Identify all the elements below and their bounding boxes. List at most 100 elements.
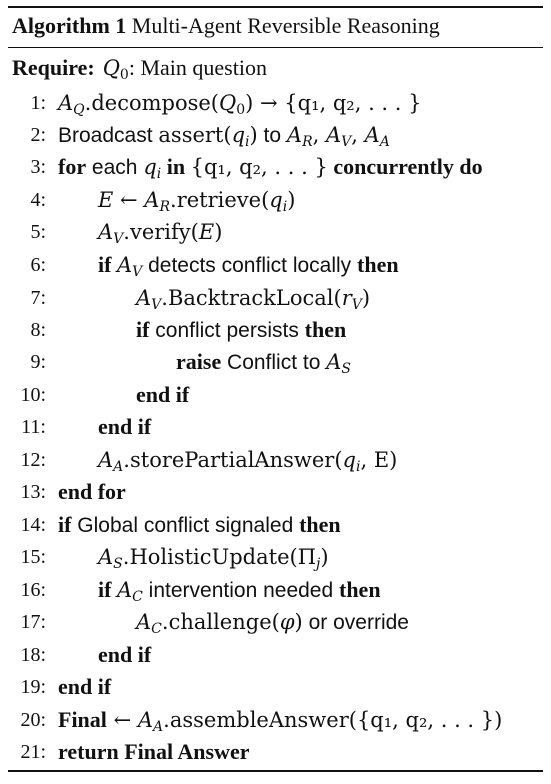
- line-code: Broadcast assert(qi) to AR, AV, AA: [58, 119, 390, 152]
- algorithm-caption: Algorithm 1 Multi-Agent Reversible Reaso…: [12, 10, 440, 42]
- line-number: 15:: [20, 546, 46, 568]
- line-code: if conflict persists then: [136, 314, 346, 347]
- var-q: q: [231, 123, 246, 147]
- var-q: q: [269, 188, 283, 212]
- agent-sub: S: [113, 556, 123, 573]
- line-number: 11:: [21, 416, 46, 438]
- var-q: q: [342, 448, 356, 472]
- require-line: Require: Q0: Main question: [12, 51, 267, 85]
- var-q: Q: [219, 91, 237, 115]
- expression-rest: , E): [360, 448, 398, 472]
- line-number: 19:: [20, 676, 46, 698]
- fn-name: assert(: [158, 123, 232, 147]
- keyword: if: [58, 512, 72, 537]
- agent-symbol: A: [286, 123, 303, 147]
- algo-line: 20: Final ← AA.assembleAnswer({q₁, q₂, . …: [8, 704, 543, 736]
- paren: ): [214, 220, 223, 244]
- algo-line: 21: return Final Answer: [8, 736, 543, 768]
- text: each: [86, 156, 144, 179]
- agent-symbol: A: [137, 708, 154, 732]
- line-code: end for: [58, 479, 126, 504]
- caption-label: Algorithm 1: [12, 13, 127, 38]
- keyword: Final: [58, 707, 107, 732]
- var-r-sub: V: [351, 297, 362, 314]
- line-code: end if: [98, 414, 152, 439]
- agent-symbol: A: [326, 350, 342, 374]
- line-number: 5:: [30, 221, 46, 243]
- var-q-sub: i: [156, 166, 162, 183]
- keyword: for: [58, 154, 87, 179]
- text: Global conflict signaled: [71, 514, 300, 537]
- var-q-sub: i: [356, 459, 361, 476]
- line-code: return Final Answer: [58, 736, 250, 768]
- line-number: 13:: [20, 481, 46, 503]
- line-number: 7:: [30, 287, 46, 309]
- algo-line: 5: AV.verify(E): [8, 216, 543, 248]
- paren: ): [361, 286, 371, 310]
- method-call: .assembleAnswer(: [163, 708, 357, 732]
- line-number: 14:: [20, 514, 46, 536]
- line-code: end if: [58, 674, 112, 699]
- separator: ,: [312, 123, 326, 147]
- keyword: concurrently do: [327, 154, 483, 179]
- method-call: .challenge(: [161, 610, 280, 634]
- algo-line: 8: if conflict persists then: [8, 314, 543, 346]
- line-code: AQ.decompose(Q0) → {q₁, q₂, . . . }: [58, 87, 422, 119]
- var-q-sub: 0: [236, 102, 246, 119]
- line-code: end if: [136, 382, 190, 407]
- algo-line: 7: AV.BacktrackLocal(rV): [8, 282, 543, 314]
- agent-sub: V: [132, 264, 143, 281]
- require-q: Q: [102, 56, 120, 80]
- agent-symbol: A: [364, 123, 380, 147]
- line-number: 20:: [20, 709, 46, 731]
- agent-sub: R: [159, 199, 171, 216]
- text: Conflict to: [221, 351, 327, 374]
- agent-sub: C: [132, 589, 143, 606]
- algo-line: 11: end if: [8, 411, 543, 443]
- line-code: AV.verify(E): [98, 216, 222, 248]
- var-e: E: [98, 188, 114, 212]
- agent-sub: S: [341, 361, 352, 378]
- line-number: 4:: [30, 189, 46, 211]
- agent-sub: A: [379, 134, 390, 151]
- agent-sub: A: [153, 719, 164, 736]
- line-number: 18:: [20, 644, 46, 666]
- keyword: in: [161, 154, 191, 179]
- line-code: if AC intervention needed then: [98, 574, 381, 607]
- agent-symbol: A: [325, 123, 342, 147]
- agent-sub: Q: [73, 102, 85, 119]
- line-code: AS.HolisticUpdate(Πj): [98, 541, 329, 573]
- algo-line: 10: end if: [8, 379, 543, 411]
- keyword: return: [58, 739, 119, 764]
- text: Final Answer: [118, 739, 250, 764]
- require-text: : Main question: [128, 55, 267, 80]
- agent-sub: R: [302, 134, 313, 151]
- top-rule: [8, 6, 543, 8]
- algo-line: 9: raise Conflict to AS: [8, 346, 543, 378]
- method-call: .BacktrackLocal(: [161, 286, 342, 310]
- algo-line: 15: AS.HolisticUpdate(Πj): [8, 541, 543, 573]
- require-keyword: Require:: [12, 55, 95, 80]
- keyword: then: [357, 252, 399, 277]
- agent-symbol: A: [98, 545, 114, 569]
- text: to: [257, 124, 287, 147]
- algo-line: 2: Broadcast assert(qi) to AR, AV, AA: [8, 119, 543, 151]
- text: intervention needed: [142, 579, 339, 602]
- agent-symbol: A: [136, 610, 152, 634]
- line-code: AC.challenge(φ) or override: [136, 606, 409, 639]
- set-expr: {q₁, q₂, . . . }: [190, 155, 328, 179]
- algo-line: 13: end for: [8, 476, 543, 508]
- keyword: then: [304, 317, 347, 342]
- text: or: [302, 611, 334, 634]
- algo-line: 12: AA.storePartialAnswer(qi, E): [8, 444, 543, 476]
- algo-line: 4: E ← AR.retrieve(qi): [8, 184, 543, 216]
- agent-symbol: A: [58, 91, 74, 115]
- agent-sub: V: [151, 297, 162, 314]
- override-text: override: [333, 611, 409, 634]
- line-number: 2:: [30, 124, 46, 146]
- paren: ): [294, 610, 303, 634]
- require-q-sub: 0: [119, 67, 129, 84]
- line-code: if Global conflict signaled then: [58, 509, 341, 542]
- method-call: .retrieve(: [170, 188, 270, 212]
- algo-line: 16: if AC intervention needed then: [8, 574, 543, 606]
